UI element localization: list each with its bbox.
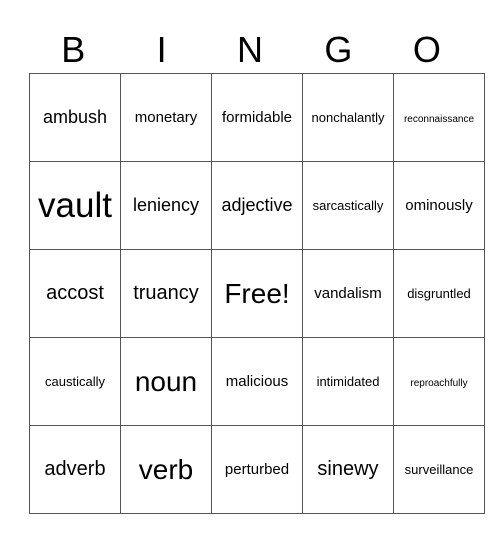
- cell-word: verb: [138, 453, 194, 485]
- cell-word: perturbed: [224, 460, 290, 478]
- cell-word: surveillance: [404, 461, 474, 477]
- header-letter-b: B: [61, 29, 86, 70]
- cell-word: adjective: [221, 195, 293, 215]
- cell-word: leniency: [132, 195, 200, 215]
- bingo-cell[interactable]: verb: [120, 425, 212, 514]
- bingo-cell[interactable]: ambush: [29, 73, 121, 162]
- cell-word: reconnaissance: [403, 113, 475, 125]
- bingo-cell[interactable]: leniency: [120, 161, 212, 250]
- bingo-header: B I N G O: [29, 30, 471, 70]
- cell-word: sarcastically: [312, 197, 384, 213]
- cell-word: monetary: [134, 108, 198, 126]
- bingo-row: caustically noun malicious intimidated repro…: [29, 337, 485, 426]
- header-letter-n: N: [237, 29, 264, 70]
- header-letter-g: G: [324, 29, 353, 70]
- bingo-row: accost truancy Free! vandalism disgruntled: [29, 249, 485, 338]
- cell-word: adverb: [44, 458, 106, 480]
- bingo-cell[interactable]: adjective: [211, 161, 303, 250]
- cell-word: vault: [38, 185, 112, 225]
- bingo-cell[interactable]: intimidated: [302, 337, 394, 426]
- bingo-cell[interactable]: ominously: [393, 161, 485, 250]
- cell-word: accost: [46, 282, 104, 304]
- bingo-cell[interactable]: sinewy: [302, 425, 394, 514]
- cell-word: malicious: [225, 372, 289, 390]
- bingo-cell[interactable]: vault: [29, 161, 121, 250]
- bingo-cell[interactable]: monetary: [120, 73, 212, 162]
- cell-word: vandalism: [314, 284, 382, 302]
- bingo-cell[interactable]: sarcastically: [302, 161, 394, 250]
- free-space-cell[interactable]: Free!: [211, 249, 303, 338]
- cell-word: nonchalantly: [311, 109, 385, 125]
- cell-word: truancy: [133, 282, 199, 304]
- bingo-cell[interactable]: perturbed: [211, 425, 303, 514]
- bingo-cell[interactable]: reconnaissance: [393, 73, 485, 162]
- cell-word: sinewy: [317, 458, 379, 480]
- cell-word: ominously: [405, 196, 473, 214]
- bingo-cell[interactable]: disgruntled: [393, 249, 485, 338]
- bingo-cell[interactable]: adverb: [29, 425, 121, 514]
- bingo-row: ambush monetary formidable nonchalantly reco…: [29, 73, 485, 162]
- bingo-row: vault leniency adjective sarcastically omino…: [29, 161, 485, 250]
- bingo-cell[interactable]: surveillance: [393, 425, 485, 514]
- bingo-cell[interactable]: vandalism: [302, 249, 394, 338]
- header-letter-i: I: [156, 29, 167, 70]
- bingo-cell[interactable]: truancy: [120, 249, 212, 338]
- cell-word: Free!: [224, 277, 290, 309]
- cell-word: caustically: [45, 373, 105, 389]
- bingo-card: ambush monetary formidable nonchalantly reco…: [29, 73, 485, 514]
- bingo-cell[interactable]: formidable: [211, 73, 303, 162]
- bingo-cell[interactable]: caustically: [29, 337, 121, 426]
- header-letter-o: O: [412, 29, 441, 70]
- bingo-cell[interactable]: reproachfully: [393, 337, 485, 426]
- bingo-cell[interactable]: malicious: [211, 337, 303, 426]
- bingo-cell[interactable]: nonchalantly: [302, 73, 394, 162]
- cell-word: ambush: [42, 107, 108, 127]
- bingo-cell[interactable]: accost: [29, 249, 121, 338]
- bingo-cell[interactable]: noun: [120, 337, 212, 426]
- cell-word: intimidated: [316, 373, 380, 389]
- bingo-row: adverb verb perturbed sinewy surveillance: [29, 425, 485, 514]
- cell-word: disgruntled: [407, 285, 471, 301]
- cell-word: formidable: [221, 108, 293, 126]
- cell-word: reproachfully: [410, 377, 468, 389]
- cell-word: noun: [134, 365, 198, 397]
